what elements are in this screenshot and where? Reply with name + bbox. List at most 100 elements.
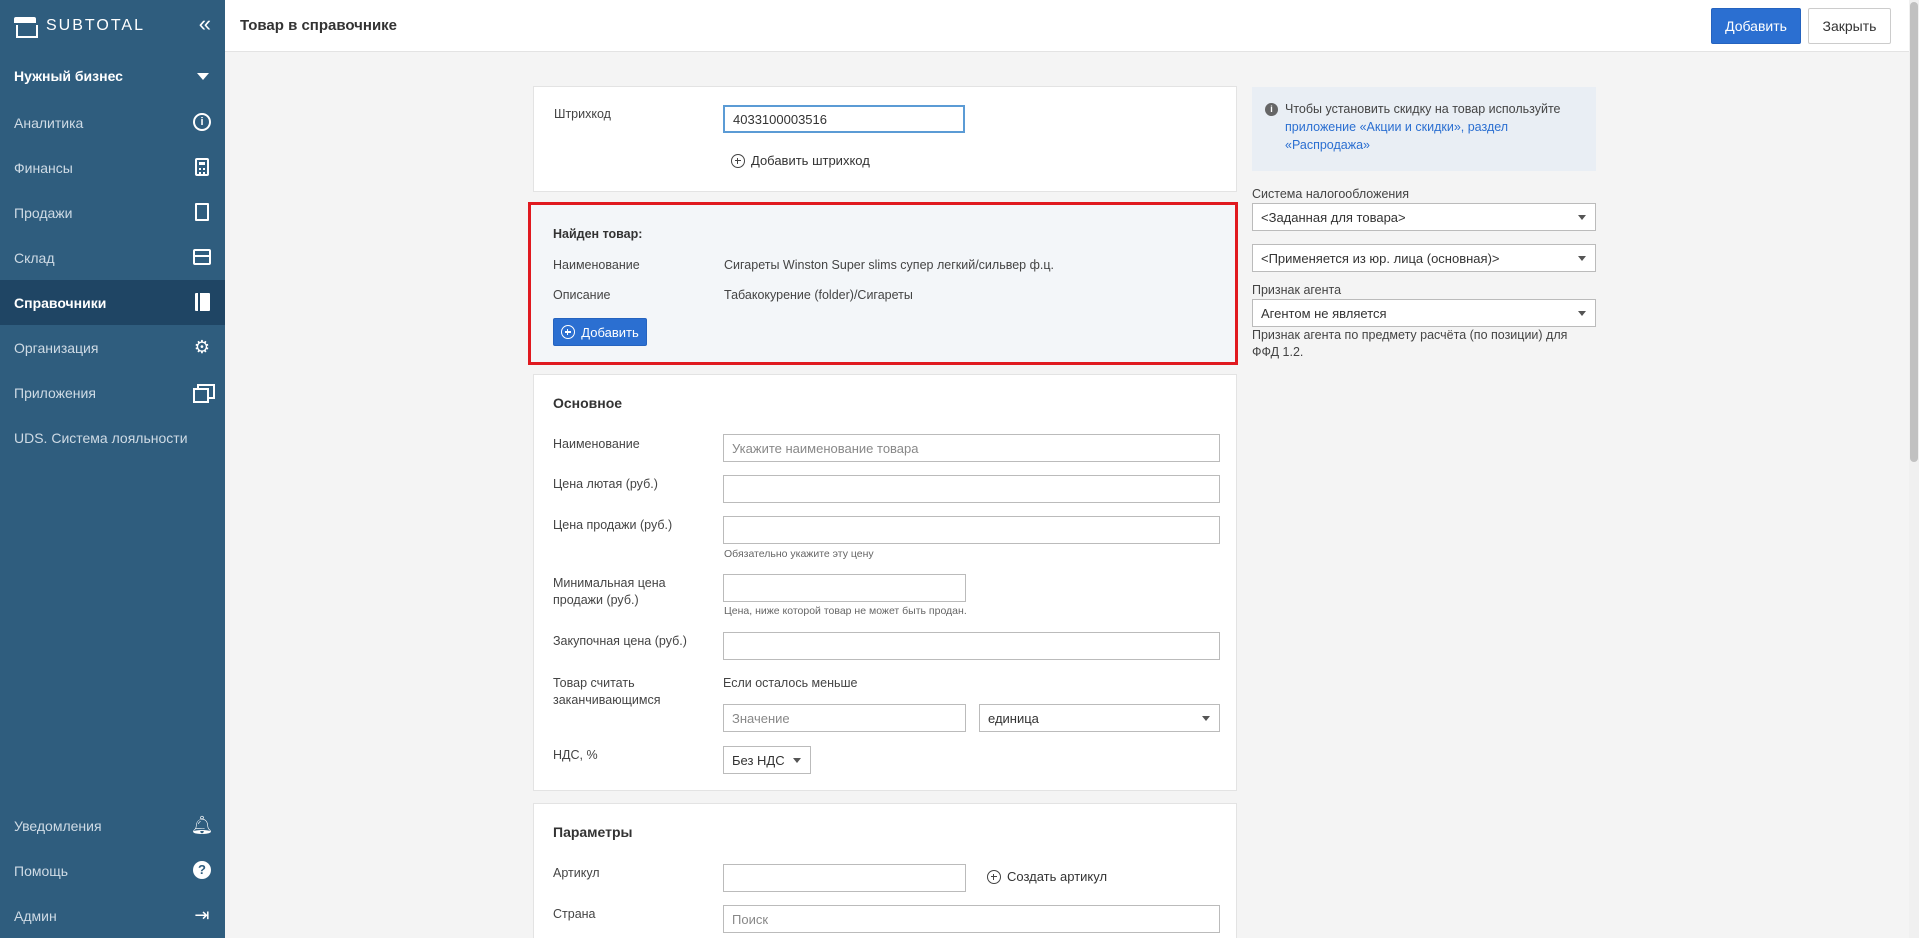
gear-icon: ⚙ [193, 336, 211, 357]
chevron-down-icon [1578, 215, 1586, 220]
sidebar-item-organization[interactable]: Организация ⚙ [0, 325, 225, 370]
sidebar-item-label: Справочники [14, 294, 107, 311]
agent-label: Признак агента [1252, 283, 1342, 297]
sidebar-item-label: Продажи [14, 204, 73, 221]
agent-value: Агентом не является [1261, 305, 1387, 321]
sidebar-item-label: UDS. Система лояльности [14, 429, 188, 446]
country-search-input[interactable] [723, 905, 1220, 933]
info-icon: i [1265, 103, 1278, 116]
sidebar-item-analytics[interactable]: Аналитика i [0, 100, 225, 145]
help-icon: ? [192, 860, 212, 880]
chevron-down-icon [1578, 256, 1586, 261]
page-title: Товар в справочнике [240, 17, 398, 34]
unit-value: единица [988, 710, 1039, 726]
info-icon: i [192, 112, 212, 132]
ending-text: Если осталось меньше [723, 676, 858, 690]
purchase-price-label: Закупочная цена (руб.) [553, 634, 687, 648]
found-title: Найден товар: [553, 227, 643, 241]
sidebar-item-apps[interactable]: Приложения [0, 370, 225, 415]
vat-select[interactable]: Без НДС [723, 746, 811, 774]
document-icon [192, 202, 212, 222]
box-icon [192, 247, 212, 267]
chevron-down-icon [1578, 311, 1586, 316]
sidebar-bottom: Уведомления 🔔︎ Помощь ? Админ ⇥ [0, 803, 225, 938]
chevron-down-icon [1202, 716, 1210, 721]
found-add-label: Добавить [581, 324, 639, 340]
barcode-card: Штрихкод Добавить штрихкод [533, 86, 1237, 192]
found-name-value: Сигареты Winston Super slims супер легки… [724, 258, 1054, 272]
sidebar-item-label: Аналитика [14, 114, 84, 131]
add-barcode-label: Добавить штрихкод [751, 153, 870, 168]
name-input[interactable] [723, 434, 1220, 462]
sidebar-item-admin[interactable]: Админ ⇥ [0, 893, 225, 938]
main-section-title: Основное [553, 395, 623, 411]
sidebar-item-label: Склад [14, 249, 55, 266]
vat-value: Без НДС [732, 752, 785, 768]
price-lyut-label: Цена лютая (руб.) [553, 477, 658, 491]
scrollbar-thumb[interactable] [1910, 2, 1918, 462]
found-desc-label: Описание [553, 288, 611, 302]
sidebar-item-label: Приложения [14, 384, 96, 401]
header-close-button[interactable]: Закрыть [1808, 8, 1891, 44]
sidebar-item-notifications[interactable]: Уведомления 🔔︎ [0, 803, 225, 848]
agent-hint: Признак агента по предмету расчёта (по п… [1252, 328, 1568, 359]
sidebar-item-label: Организация [14, 339, 99, 356]
article-label: Артикул [553, 866, 600, 880]
barcode-input[interactable] [723, 105, 965, 133]
promotions-app-link[interactable]: приложение «Акции и скидки», раздел «Рас… [1285, 120, 1508, 152]
sidebar-item-label: Уведомления [14, 817, 102, 834]
create-article-button[interactable]: Создать артикул [987, 869, 1107, 884]
plus-circle-icon [731, 153, 745, 168]
sidebar-item-uds[interactable]: UDS. Система лояльности [0, 415, 225, 460]
found-name-label: Наименование [553, 258, 640, 272]
sidebar-item-label: Финансы [14, 159, 73, 176]
sidebar-item-help[interactable]: Помощь ? [0, 848, 225, 893]
plus-circle-icon [987, 869, 1001, 884]
price-sale-input[interactable] [723, 516, 1220, 544]
tax-system-label: Система налогообложения [1252, 187, 1410, 201]
collapse-sidebar-icon[interactable]: « [199, 13, 211, 35]
plus-circle-icon [561, 325, 576, 339]
page-scrollbar[interactable] [1909, 0, 1919, 938]
name-label: Наименование [553, 437, 640, 451]
params-card: Параметры Артикул Создать артикул Страна [533, 803, 1237, 938]
tax-system-value: <Заданная для товара> [1261, 209, 1406, 225]
header-add-button[interactable]: Добавить [1711, 8, 1801, 44]
article-input[interactable] [723, 864, 966, 892]
logo[interactable]: SUBTOTAL [0, 0, 225, 52]
ending-value-input[interactable] [723, 704, 966, 732]
windows-icon [192, 382, 215, 403]
book-icon [192, 292, 212, 312]
add-barcode-button[interactable]: Добавить штрихкод [731, 153, 870, 168]
price-lyut-input[interactable] [723, 475, 1220, 503]
purchase-price-input[interactable] [723, 632, 1220, 660]
found-add-button[interactable]: Добавить [553, 318, 647, 346]
unit-select[interactable]: единица [979, 704, 1220, 732]
vat-label: НДС, % [553, 748, 598, 762]
sidebar-item-finance[interactable]: Финансы [0, 145, 225, 190]
caret-down-icon [197, 73, 209, 80]
ending-label-line1: Товар считать [553, 676, 635, 690]
business-selector[interactable]: Нужный бизнес [0, 52, 225, 100]
min-price-label-line1: Минимальная цена [553, 576, 666, 590]
main-card: Основное Наименование Цена лютая (руб.) … [533, 374, 1237, 791]
tax-system-select[interactable]: <Заданная для товара> [1252, 203, 1596, 231]
sidebar-item-catalogs[interactable]: Справочники [0, 280, 225, 325]
sidebar-item-sales[interactable]: Продажи [0, 190, 225, 235]
sidebar-item-label: Админ [14, 907, 57, 924]
business-name: Нужный бизнес [14, 68, 123, 84]
price-sale-label: Цена продажи (руб.) [553, 518, 673, 532]
discount-info-box: i Чтобы установить скидку на товар испол… [1252, 87, 1596, 171]
sidebar-item-label: Помощь [14, 862, 69, 879]
agent-select[interactable]: Агентом не является [1252, 299, 1596, 327]
legal-entity-tax-value: <Применяется из юр. лица (основная)> [1261, 250, 1500, 266]
bell-icon: 🔔︎ [190, 814, 214, 835]
country-label: Страна [553, 907, 596, 921]
min-price-input[interactable] [723, 574, 966, 602]
price-sale-hint: Обязательно укажите эту цену [724, 548, 874, 560]
page-header: Товар в справочнике Добавить Закрыть [225, 0, 1909, 52]
create-article-label: Создать артикул [1007, 869, 1108, 884]
found-desc-value: Табакокурение (folder)/Сигареты [724, 288, 913, 302]
legal-entity-tax-select[interactable]: <Применяется из юр. лица (основная)> [1252, 244, 1596, 272]
sidebar-item-warehouse[interactable]: Склад [0, 235, 225, 280]
